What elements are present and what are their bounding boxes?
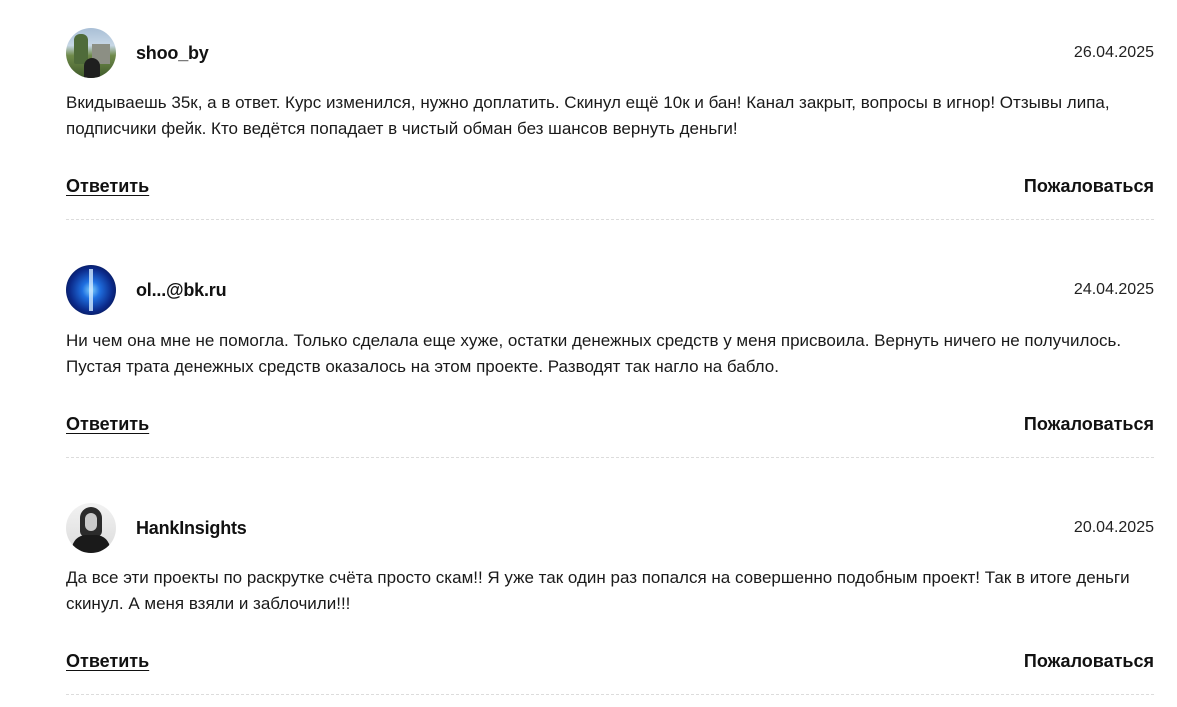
comment-item: shoo_by 26.04.2025 Вкидываешь 35к, а в о… — [66, 0, 1154, 220]
reply-link[interactable]: Ответить — [66, 176, 149, 197]
comment-header: HankInsights 20.04.2025 — [66, 503, 1154, 553]
comment-actions: Ответить Пожаловаться — [66, 176, 1154, 197]
comment-header: ol...@bk.ru 24.04.2025 — [66, 265, 1154, 315]
comments-list: shoo_by 26.04.2025 Вкидываешь 35к, а в о… — [66, 0, 1154, 220]
report-link[interactable]: Пожаловаться — [1024, 176, 1154, 197]
comment-author[interactable]: shoo_by — [136, 43, 209, 64]
comment-date: 24.04.2025 — [1073, 281, 1154, 298]
comment-actions: Ответить Пожаловаться — [66, 651, 1154, 672]
comment-item: HankInsights 20.04.2025 Да все эти проек… — [66, 475, 1154, 695]
comment-text: Да все эти проекты по раскрутке счёта пр… — [66, 568, 1130, 613]
avatar[interactable] — [66, 265, 116, 315]
comment-header: shoo_by 26.04.2025 — [66, 28, 1154, 78]
comment-author[interactable]: HankInsights — [136, 518, 247, 539]
comment-date: 20.04.2025 — [1073, 519, 1154, 536]
report-link[interactable]: Пожаловаться — [1024, 651, 1154, 672]
comment-date: 26.04.2025 — [1073, 44, 1154, 61]
avatar[interactable] — [66, 28, 116, 78]
comment-text: Ни чем она мне не помогла. Только сделал… — [66, 331, 1122, 376]
comment-item: ol...@bk.ru 24.04.2025 Ни чем она мне не… — [66, 238, 1154, 458]
comment-actions: Ответить Пожаловаться — [66, 414, 1154, 435]
comment-author[interactable]: ol...@bk.ru — [136, 280, 227, 301]
report-link[interactable]: Пожаловаться — [1024, 414, 1154, 435]
reply-link[interactable]: Ответить — [66, 651, 149, 672]
reply-link[interactable]: Ответить — [66, 414, 149, 435]
avatar[interactable] — [66, 503, 116, 553]
comment-text: Вкидываешь 35к, а в ответ. Курс изменилс… — [66, 93, 1110, 138]
